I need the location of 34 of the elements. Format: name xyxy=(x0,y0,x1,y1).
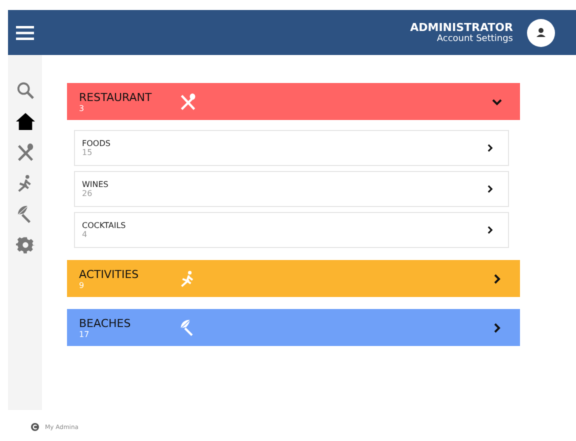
chevron-right-icon xyxy=(492,274,502,284)
account-settings-link[interactable]: Account Settings xyxy=(436,34,513,44)
subcategory-title: WINES xyxy=(82,180,110,189)
home-icon[interactable] xyxy=(16,112,34,131)
category-title: ACTIVITIES xyxy=(79,268,140,280)
logo-icon xyxy=(31,423,39,431)
category-header[interactable]: RESTAURANT 3 xyxy=(67,83,520,120)
subcategory-item[interactable]: WINES 26 xyxy=(74,171,509,207)
subcategory-count: 15 xyxy=(82,148,94,157)
category-header[interactable]: BEACHES 17 xyxy=(67,309,520,346)
fork-spoon-icon[interactable] xyxy=(16,143,34,162)
subcategory-count: 26 xyxy=(82,189,94,198)
settings-icon[interactable] xyxy=(16,236,34,255)
subcategory-title: FOODS xyxy=(82,139,112,148)
search-icon[interactable] xyxy=(16,81,34,100)
category-count: 9 xyxy=(79,280,86,290)
chevron-right-icon xyxy=(486,185,494,193)
user-name: ADMINISTRATOR xyxy=(410,21,513,34)
avatar-icon[interactable] xyxy=(527,18,555,46)
subcategory-title: COCKTAILS xyxy=(82,221,127,230)
subcategory-item[interactable]: COCKTAILS 4 xyxy=(74,212,509,248)
chevron-down-icon xyxy=(492,96,502,106)
chevron-right-icon xyxy=(486,226,494,234)
category-header[interactable]: ACTIVITIES 9 xyxy=(67,260,520,297)
fork-spoon-icon xyxy=(179,92,197,110)
subcategory-count: 4 xyxy=(82,230,88,239)
category-title: BEACHES xyxy=(79,316,132,330)
category-title: RESTAURANT xyxy=(79,90,153,104)
category-count: 3 xyxy=(79,104,86,112)
chevron-right-icon xyxy=(492,322,502,332)
chevron-right-icon xyxy=(486,144,494,152)
menu-icon[interactable] xyxy=(16,26,34,40)
subcategory-item[interactable]: FOODS 15 xyxy=(74,130,509,166)
category-count: 17 xyxy=(79,330,90,338)
